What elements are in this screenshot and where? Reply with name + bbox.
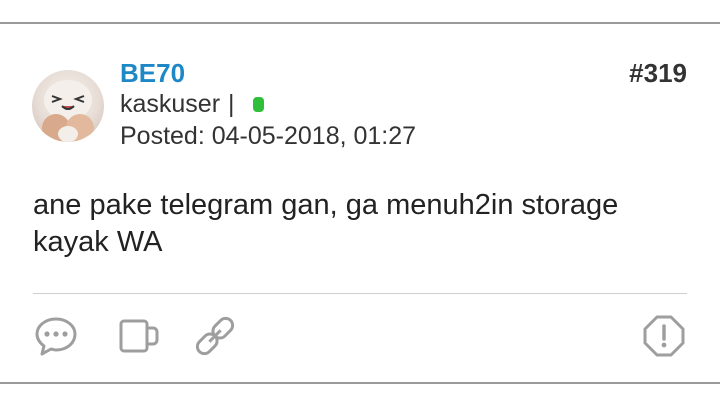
post-card: BE70 #319 kaskuser | Posted: 04-05-2018,…	[0, 24, 720, 382]
avatar[interactable]	[32, 70, 104, 142]
post-body: ane pake telegram gan, ga menuh2in stora…	[33, 189, 619, 258]
avatar-image	[42, 80, 94, 142]
link-button[interactable]	[192, 313, 238, 359]
link-icon	[195, 316, 235, 356]
bottom-divider	[0, 382, 720, 384]
online-status-icon	[252, 97, 264, 112]
comment-button[interactable]	[33, 313, 79, 359]
comment-icon	[35, 317, 77, 356]
report-button[interactable]	[641, 313, 687, 359]
post-number[interactable]: #319	[629, 58, 687, 89]
user-role-line: kaskuser |	[120, 90, 264, 119]
role-separator: |	[228, 90, 235, 118]
quote-icon	[119, 319, 159, 353]
username[interactable]: BE70	[120, 58, 185, 89]
quote-button[interactable]	[116, 313, 162, 359]
post-timestamp: Posted: 04-05-2018, 01:27	[120, 122, 417, 150]
user-role: kaskuser	[120, 90, 221, 118]
report-icon	[643, 315, 685, 357]
actions-divider	[33, 293, 687, 294]
